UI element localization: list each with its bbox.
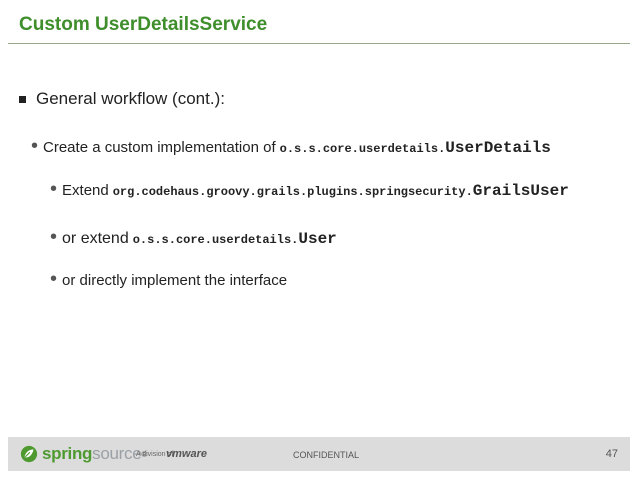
- bullet-text: Extend: [62, 182, 109, 199]
- square-bullet-icon: [19, 95, 26, 103]
- class-name: GrailsUser: [472, 182, 569, 200]
- package-name: o.s.s.core.userdetails.: [132, 233, 299, 247]
- bullet-text: or extend: [62, 230, 129, 247]
- package-name: org.codehaus.groovy.grails.plugins.sprin…: [112, 185, 473, 199]
- brand-source-text: source: [92, 444, 142, 463]
- page-number: 47: [605, 448, 618, 460]
- dot-bullet-icon: •: [50, 178, 58, 200]
- confidential-label: CONFIDENTIAL: [293, 450, 360, 460]
- dot-bullet-icon: •: [50, 226, 58, 248]
- package-name: o.s.s.core.userdetails.: [279, 142, 446, 156]
- class-name: UserDetails: [445, 139, 551, 157]
- title-divider: [8, 43, 630, 44]
- vmware-logo: vmware: [166, 448, 207, 460]
- springsource-logo: spring source ®: [20, 444, 147, 464]
- bullet-text: Create a custom implementation of: [43, 139, 276, 156]
- spring-leaf-icon: [20, 445, 38, 463]
- dot-bullet-icon: •: [50, 268, 58, 290]
- class-name: User: [298, 230, 337, 248]
- bullet-create-implementation: • Create a custom implementation of o.s.…: [31, 136, 551, 157]
- bullet-general-workflow: General workflow (cont.):: [19, 89, 225, 109]
- slide-footer: spring source ® A division of vmware CONFI…: [8, 437, 630, 471]
- sub-bullet-extend-grailsuser: • Extend org.codehaus.groovy.grails.plug…: [50, 179, 569, 200]
- dot-bullet-icon: •: [31, 135, 39, 157]
- sub-bullet-extend-user: • or extend o.s.s.core.userdetails. User: [50, 227, 337, 248]
- sub-bullet-implement-interface: • or directly implement the interface: [50, 269, 287, 289]
- bullet-text: General workflow (cont.):: [36, 89, 225, 108]
- bullet-text: or directly implement the interface: [62, 272, 288, 289]
- brand-spring-text: spring: [42, 444, 93, 463]
- slide-title: Custom UserDetailsService: [19, 14, 268, 35]
